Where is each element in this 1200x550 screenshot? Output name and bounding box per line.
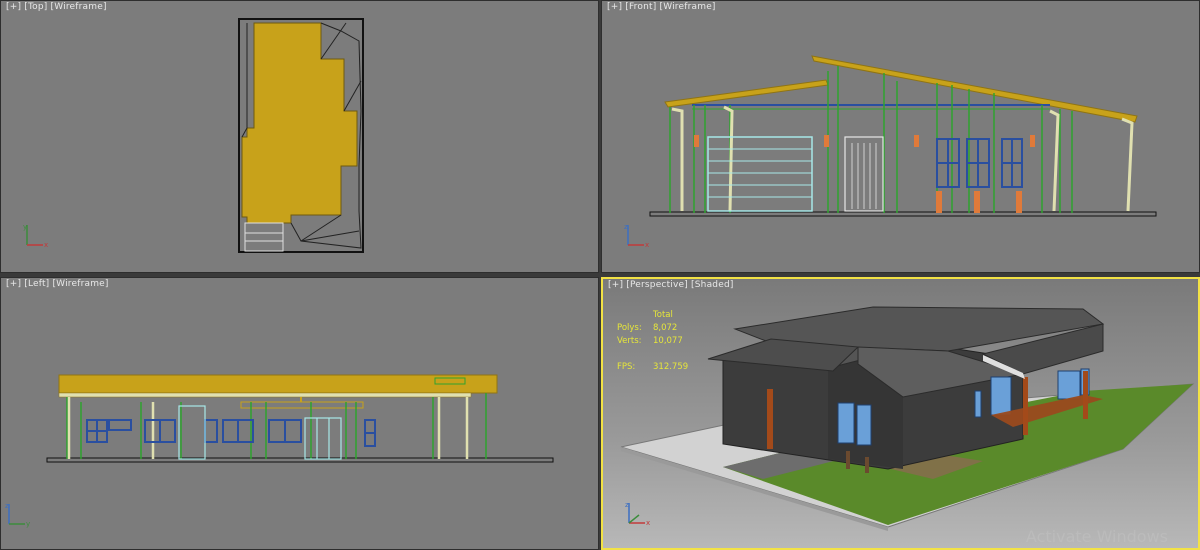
axis-z-label: z: [624, 223, 628, 231]
axis-y-label: y: [23, 223, 27, 231]
axis-x-label: x: [645, 241, 649, 249]
axis-tripod-icon: z y: [5, 502, 30, 528]
axis-tripod-icon: y x: [23, 223, 48, 249]
viewport-top[interactable]: [+] [Top] [Wireframe] y x: [0, 0, 599, 273]
left-view-house-wireframe: [46, 374, 554, 463]
activate-windows-watermark: Activate Windows: [1025, 527, 1168, 546]
viewport-perspective[interactable]: [+] [Perspective] [Shaded] Total Polys: 8…: [601, 277, 1200, 550]
top-view-house-wireframe: [238, 18, 364, 253]
axis-y-label: y: [26, 520, 30, 528]
axis-tripod-icon: z x: [624, 223, 649, 249]
axis-x-label: x: [646, 519, 650, 527]
front-view-house-wireframe: [649, 55, 1157, 217]
axis-x-label: x: [44, 241, 48, 249]
axis-tripod-icon: z x: [625, 501, 650, 527]
axis-z-label: z: [5, 502, 9, 510]
perspective-house-shaded: [620, 306, 1195, 531]
axis-z-label: z: [625, 501, 629, 509]
viewport-left[interactable]: [+] [Left] [Wireframe] z y: [0, 277, 599, 550]
viewport-front[interactable]: [+] [Front] [Wireframe] z x: [601, 0, 1200, 273]
